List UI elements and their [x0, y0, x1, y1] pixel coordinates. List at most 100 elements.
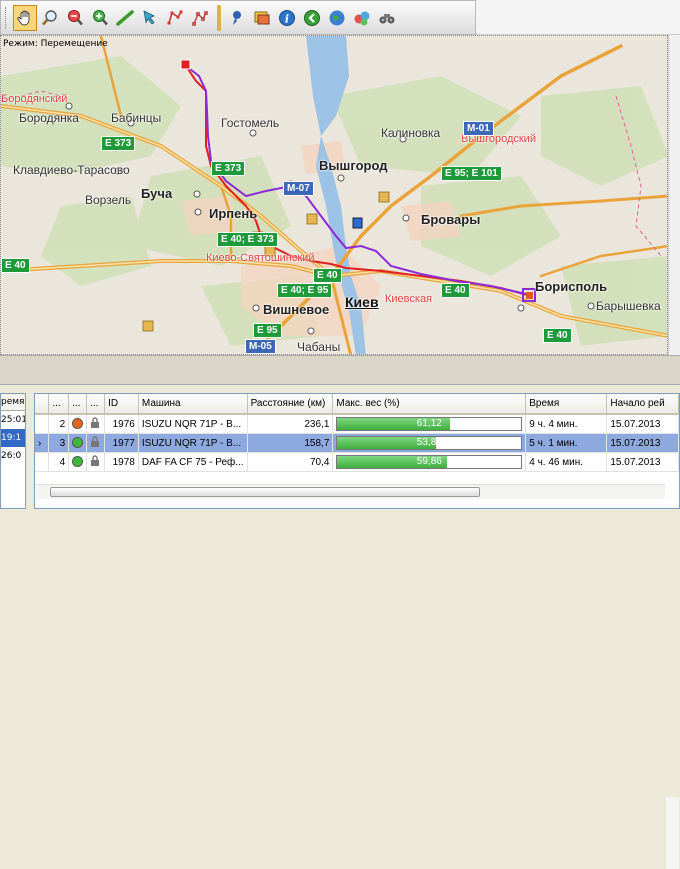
lock-icon	[91, 455, 100, 466]
city-label-bucha: Буча	[141, 186, 173, 201]
layers-icon	[254, 11, 270, 24]
table-row[interactable]: 2 1976 ISUZU NQR 71P - B... 236,1 61,12 9 ч. …	[35, 414, 679, 434]
column-header[interactable]: ...	[68, 394, 88, 415]
route-nodes-button[interactable]	[163, 5, 187, 31]
start-cell: 15.07.2013	[606, 452, 679, 472]
column-header[interactable]: ...	[86, 394, 106, 415]
zoom-select-button[interactable]	[38, 5, 62, 31]
start-cell: 15.07.2013	[606, 414, 679, 434]
region-label-kiev-oblast: Киево-Святошинский	[206, 252, 315, 264]
lock-icon	[91, 436, 100, 447]
ruler-button[interactable]	[113, 5, 137, 31]
city-label-gostomel: Гостомель	[221, 116, 280, 130]
start-cell: 15.07.2013	[606, 433, 679, 453]
left-list-row[interactable]: 26:0	[1, 447, 25, 465]
table-row[interactable]: 4 1978 DAF FA CF 75 - Реф... 70,4 59,86 4 ч. …	[35, 452, 679, 472]
id-cell: 1977	[104, 433, 139, 453]
city-label-borispol: Борисполь	[535, 279, 608, 294]
select-arrow-icon	[143, 9, 155, 25]
road-shield-m05: M-05	[245, 339, 276, 354]
city-label-klavdievo: Клавдиево-Тарасово	[13, 163, 130, 177]
svg-text:i: i	[285, 12, 289, 25]
column-header-max-weight[interactable]: Макс. вес (%)	[332, 394, 527, 415]
lock-cell[interactable]	[86, 433, 106, 453]
select-arrow-button[interactable]	[138, 5, 162, 31]
id-cell: 1978	[104, 452, 139, 472]
layers-button[interactable]	[250, 5, 274, 31]
road-shield-e40-far-east: E 40	[543, 328, 572, 343]
city-label-brovary: Бровары	[421, 212, 481, 227]
left-list-header[interactable]: ремя п	[1, 394, 25, 411]
column-header-id[interactable]: ID	[104, 394, 139, 415]
road-shield-e95: E 95	[253, 323, 282, 338]
toolbar-empty-area	[476, 0, 680, 35]
city-label-babintsy: Бабинцы	[111, 111, 162, 125]
routes-table: ... ... ... ID Машина Расстояние (км) Ма…	[35, 394, 679, 472]
time-cell: 9 ч. 4 мин.	[525, 414, 608, 434]
road-shield-e95-e101: E 95; E 101	[441, 166, 502, 181]
status-cell	[68, 452, 88, 472]
distance-cell: 70,4	[247, 452, 334, 472]
map-mode-label: Режим: Перемещение	[3, 39, 108, 49]
left-list-row[interactable]: 25:01	[1, 411, 25, 429]
zoom-in-button[interactable]	[88, 5, 112, 31]
city-label-vyshgorod: Вышгород	[319, 158, 388, 173]
info-button[interactable]: i	[275, 5, 299, 31]
back-button[interactable]	[300, 5, 324, 31]
max-weight-cell: 53,85	[332, 433, 527, 453]
grid-horizontal-scrollbar[interactable]	[36, 484, 665, 499]
pan-hand-button[interactable]	[13, 4, 37, 31]
row-indicator[interactable]	[35, 452, 50, 472]
column-header-start[interactable]: Начало рей	[606, 394, 679, 415]
zoom-out-button[interactable]	[63, 5, 87, 31]
vehicle-cell: DAF FA CF 75 - Реф...	[138, 452, 248, 472]
column-header-distance[interactable]: Расстояние (км)	[247, 394, 334, 415]
time-cell: 4 ч. 46 мин.	[525, 452, 608, 472]
distance-cell: 158,7	[247, 433, 334, 453]
info-icon: i	[279, 9, 295, 26]
status-cell	[68, 433, 88, 453]
table-row[interactable]: › 3 1977 ISUZU NQR 71P - B... 158,7 53,85 5 ч.…	[35, 433, 679, 453]
road-shield-e40-center: E 40	[313, 268, 342, 283]
lock-icon	[91, 417, 100, 428]
grid-scroll-thumb[interactable]	[50, 487, 480, 497]
vehicle-cell: ISUZU NQR 71P - B...	[138, 433, 248, 453]
weight-progress-bar: 59,86	[336, 455, 523, 469]
time-cell: 5 ч. 1 мин.	[525, 433, 608, 453]
column-header[interactable]: ...	[48, 394, 70, 415]
binoculars-icon	[379, 13, 395, 23]
map-view[interactable]: Режим: Перемещение Бородянский Бородянка…	[0, 35, 668, 355]
city-label-vorzel: Ворзель	[85, 193, 132, 207]
row-indicator[interactable]: ›	[35, 433, 50, 453]
left-list-row[interactable]: 19:1	[1, 429, 25, 447]
weight-progress-label: 59,86	[416, 456, 442, 467]
globe-icon	[329, 10, 345, 25]
map-right-edge	[668, 35, 680, 355]
pan-hand-icon	[17, 10, 30, 25]
route-nodes-icon	[167, 10, 183, 24]
lock-cell[interactable]	[86, 452, 106, 472]
road-shield-e373b: E 373	[211, 161, 246, 176]
balls-button[interactable]	[350, 5, 374, 31]
road-shield-e40-e95: E 40; E 95	[277, 283, 333, 298]
status-dot-icon	[72, 437, 84, 449]
row-indicator-header	[35, 394, 50, 415]
column-header-time[interactable]: Время	[525, 394, 608, 415]
binoculars-button[interactable]	[375, 5, 399, 31]
toolbar-grip[interactable]	[5, 6, 9, 29]
globe-button[interactable]	[325, 5, 349, 31]
ruler-icon	[116, 9, 134, 26]
weight-progress-bar: 61,12	[336, 417, 523, 431]
column-header-vehicle[interactable]: Машина	[138, 394, 248, 415]
weight-progress-label: 53,85	[416, 437, 442, 448]
road-shield-m01: M-01	[463, 121, 494, 136]
lock-cell[interactable]	[86, 414, 106, 434]
grid-vertical-scrollbar[interactable]	[666, 797, 679, 869]
row-indicator[interactable]	[35, 414, 50, 434]
route-nodes-red-button[interactable]	[188, 5, 212, 31]
left-list[interactable]: ремя п 25:01 19:1 26:0	[0, 393, 26, 509]
city-label-borodyanka: Бородянка	[19, 111, 79, 125]
vehicle-cell: ISUZU NQR 71P - B...	[138, 414, 248, 434]
pin-button[interactable]	[225, 5, 249, 31]
panel-splitter[interactable]	[0, 355, 680, 385]
